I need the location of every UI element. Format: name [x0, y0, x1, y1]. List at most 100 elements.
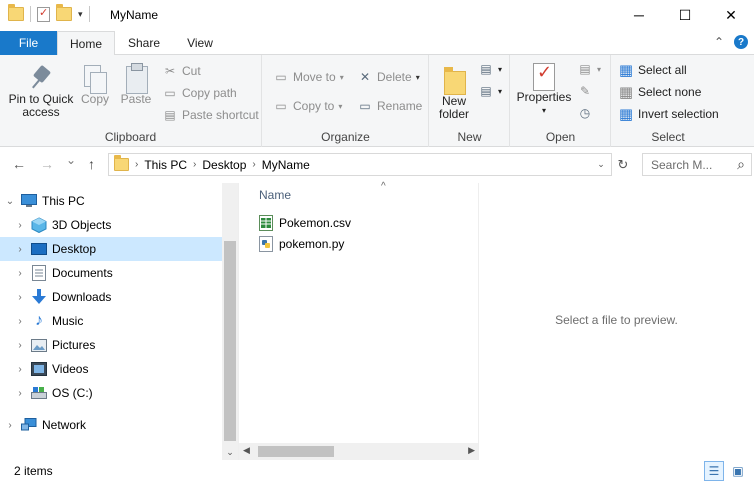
easy-access-button[interactable]: ▤ ▾	[478, 83, 502, 99]
scroll-right-icon[interactable]: ▶	[468, 445, 475, 456]
tree-label: OS (C:)	[52, 386, 93, 400]
expand-icon[interactable]: ›	[14, 292, 26, 303]
close-button[interactable]: ✕	[708, 0, 754, 30]
expand-icon[interactable]: ›	[14, 316, 26, 327]
qat-separator	[30, 6, 31, 22]
scrollbar-thumb[interactable]	[224, 241, 236, 441]
file-list-horizontal-scrollbar[interactable]: ◀ ▶	[239, 443, 479, 460]
computer-icon	[21, 193, 37, 209]
tree-item-videos[interactable]: › Videos	[0, 357, 222, 381]
delete-button[interactable]: ✕ Delete ▾	[357, 69, 420, 85]
edit-icon: ✎	[579, 84, 591, 98]
expand-icon[interactable]: ›	[14, 220, 26, 231]
open-group: Properties ▾ ▤ ▾ ✎ ◷ Open	[511, 55, 611, 147]
navigation-pane-scrollbar[interactable]: ⌄	[222, 183, 238, 460]
python-file-icon	[259, 236, 273, 252]
tree-item-network[interactable]: › Network	[0, 413, 222, 437]
search-input[interactable]: Search M...	[651, 158, 712, 172]
help-icon[interactable]: ?	[734, 35, 748, 49]
tab-view[interactable]: View	[174, 31, 226, 55]
tree-item-documents[interactable]: › Documents	[0, 261, 222, 285]
collapse-ribbon-icon[interactable]: ⌃	[714, 35, 724, 49]
open-button[interactable]: ▤ ▾	[577, 61, 601, 77]
select-all-button[interactable]: ▦ Select all	[618, 62, 687, 79]
tree-item-downloads[interactable]: › Downloads	[0, 285, 222, 309]
expand-icon[interactable]: ›	[14, 268, 26, 279]
expand-icon[interactable]: ›	[14, 340, 26, 351]
scrollbar-thumb[interactable]	[258, 446, 334, 457]
edit-button[interactable]: ✎	[577, 83, 593, 99]
qat-dropdown-icon[interactable]: ▾	[78, 9, 83, 20]
open-group-label: Open	[545, 130, 576, 144]
expand-icon[interactable]: ›	[14, 364, 26, 375]
large-icons-view-button[interactable]: ▣	[728, 461, 748, 481]
breadcrumb-chevron[interactable]: ›	[252, 159, 255, 170]
scroll-down-icon[interactable]: ⌄	[222, 447, 238, 458]
maximize-button[interactable]: ☐	[662, 0, 708, 30]
tree-item-desktop[interactable]: › Desktop	[0, 237, 222, 261]
minimize-button[interactable]: ─	[616, 0, 662, 30]
select-none-button[interactable]: ▦ Select none	[618, 84, 701, 101]
easy-access-icon: ▤	[480, 84, 492, 98]
recent-locations-button[interactable]: ⌄	[66, 153, 76, 167]
pin-to-quick-access-button[interactable]: Pin to Quick access	[6, 65, 76, 119]
item-count: 2 items	[14, 464, 53, 478]
copy-to-button[interactable]: ▭ Copy to ▾	[273, 98, 342, 114]
tab-file[interactable]: File	[0, 31, 57, 55]
tree-label: Downloads	[52, 290, 112, 304]
collapse-icon[interactable]: ⌄	[4, 196, 16, 207]
file-item-pokemon-py[interactable]: pokemon.py	[259, 234, 344, 254]
breadcrumb-desktop[interactable]: Desktop	[202, 158, 246, 172]
up-button[interactable]: ↑	[88, 156, 95, 172]
copy-path-button[interactable]: ▭ Copy path	[162, 85, 236, 101]
address-dropdown-icon[interactable]: ⌄	[590, 153, 612, 176]
tree-label: Desktop	[52, 242, 97, 256]
tree-label: Documents	[52, 266, 113, 280]
expand-icon[interactable]: ›	[14, 244, 26, 255]
back-button[interactable]: ←	[12, 156, 26, 172]
new-item-button[interactable]: ▤ ▾	[478, 61, 502, 77]
new-folder-label-2: folder	[438, 107, 470, 121]
history-button[interactable]: ◷	[577, 105, 593, 121]
new-folder-icon[interactable]	[56, 4, 72, 21]
tree-item-os-c[interactable]: › OS (C:)	[0, 381, 222, 405]
tab-home[interactable]: Home	[57, 31, 115, 56]
delete-label: Delete	[377, 70, 412, 84]
desktop-icon	[31, 241, 47, 257]
move-to-icon: ▭	[275, 70, 287, 84]
address-bar[interactable]: › This PC › Desktop › MyName	[108, 153, 612, 176]
paste-button[interactable]: Paste	[118, 63, 154, 106]
properties-icon[interactable]	[37, 6, 50, 22]
file-item-pokemon-csv[interactable]: Pokemon.csv	[259, 213, 351, 233]
column-header-name[interactable]: Name	[259, 188, 291, 202]
select-all-label: Select all	[638, 63, 687, 77]
move-to-button[interactable]: ▭ Move to ▾	[273, 69, 343, 85]
breadcrumb-chevron[interactable]: ›	[135, 159, 138, 170]
scroll-left-icon[interactable]: ◀	[243, 445, 250, 456]
refresh-button[interactable]: ↻	[612, 153, 634, 176]
tree-item-this-pc[interactable]: ⌄ This PC	[0, 189, 222, 213]
search-box[interactable]: Search M... ⌕	[642, 153, 752, 176]
tree-item-pictures[interactable]: › Pictures	[0, 333, 222, 357]
tab-share[interactable]: Share	[118, 31, 170, 55]
tree-item-music[interactable]: › ♪ Music	[0, 309, 222, 333]
ribbon-tabs: File Home Share View ⌃ ?	[0, 31, 754, 56]
details-view-icon: ☰	[708, 464, 720, 478]
properties-button[interactable]: Properties ▾	[517, 63, 571, 117]
paste-shortcut-button[interactable]: ▤ Paste shortcut	[162, 107, 258, 123]
cut-button[interactable]: ✂ Cut	[162, 63, 201, 79]
breadcrumb-chevron[interactable]: ›	[193, 159, 196, 170]
select-group-label: Select	[651, 130, 685, 144]
expand-icon[interactable]: ›	[14, 388, 26, 399]
expand-icon[interactable]: ›	[4, 420, 16, 431]
details-view-button[interactable]: ☰	[704, 461, 724, 481]
paste-icon	[125, 63, 148, 94]
breadcrumb-myname[interactable]: MyName	[262, 158, 310, 172]
copy-button[interactable]: Copy	[78, 65, 112, 106]
new-folder-button[interactable]: New folder	[436, 65, 472, 121]
breadcrumb-this-pc[interactable]: This PC	[144, 158, 187, 172]
invert-selection-button[interactable]: ▦ Invert selection	[618, 106, 719, 123]
forward-button[interactable]: →	[40, 156, 54, 172]
rename-button[interactable]: ▭ Rename	[357, 98, 422, 114]
tree-item-3d-objects[interactable]: › 3D Objects	[0, 213, 222, 237]
